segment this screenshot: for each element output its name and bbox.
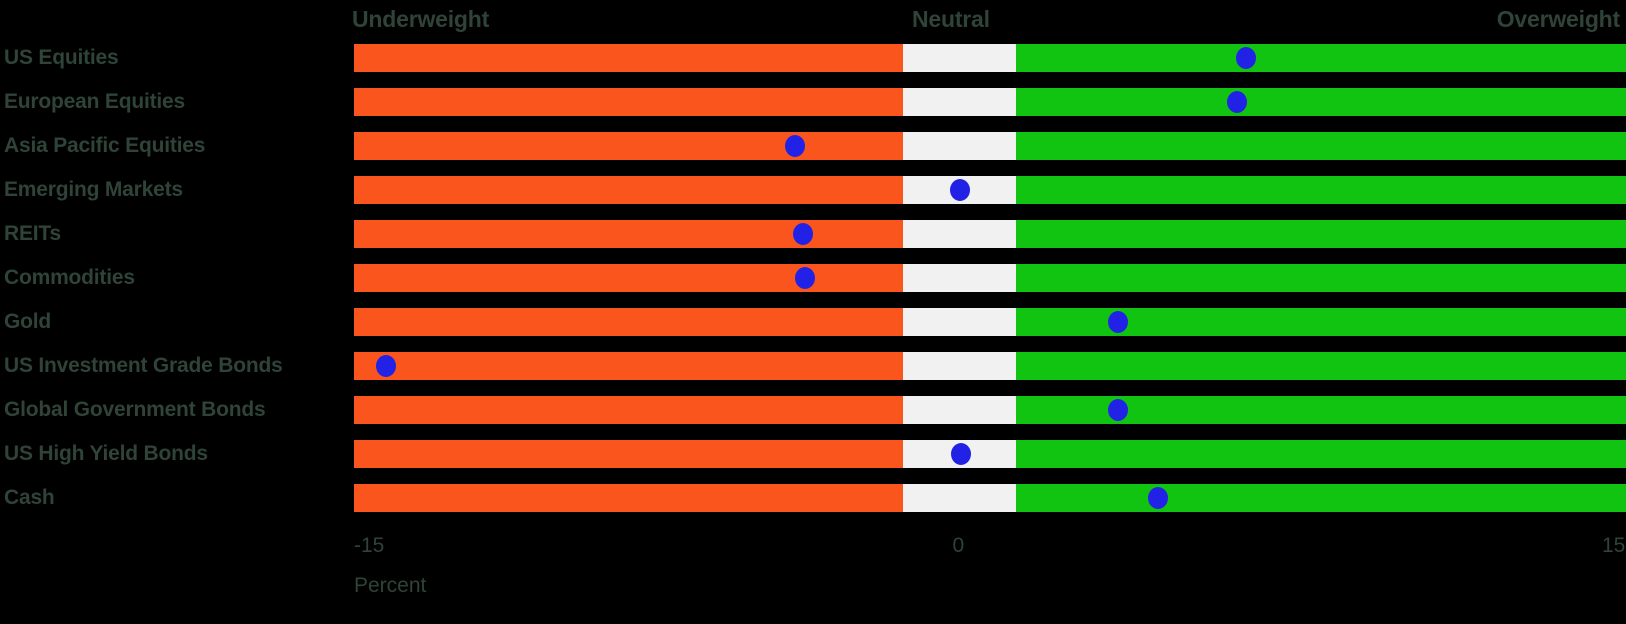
chart-row: Gold <box>0 308 1626 336</box>
chart-row: Cash <box>0 484 1626 512</box>
allocation-marker[interactable] <box>1227 91 1247 113</box>
zone-label-underweight: Underweight <box>352 6 490 32</box>
row-label: European Equities <box>4 90 185 113</box>
row-track <box>354 132 1626 160</box>
axis-tick-right: 15 <box>1602 534 1626 557</box>
row-track <box>354 396 1626 424</box>
row-track <box>354 484 1626 512</box>
allocation-marker[interactable] <box>951 443 971 465</box>
segment-overweight <box>1016 132 1626 160</box>
segment-underweight <box>354 220 903 248</box>
axis-tick-center: 0 <box>952 534 965 557</box>
segment-overweight <box>1016 88 1626 116</box>
allocation-marker[interactable] <box>785 135 805 157</box>
allocation-marker[interactable] <box>1108 399 1128 421</box>
segment-underweight <box>354 352 903 380</box>
segment-overweight <box>1016 176 1626 204</box>
row-track <box>354 352 1626 380</box>
segment-underweight <box>354 396 903 424</box>
row-track <box>354 220 1626 248</box>
axis-tick-left: -15 <box>354 534 385 557</box>
chart-row: US Equities <box>0 44 1626 72</box>
row-label: Gold <box>4 310 52 333</box>
allocation-marker[interactable] <box>1108 311 1128 333</box>
segment-overweight <box>1016 484 1626 512</box>
segment-overweight <box>1016 440 1626 468</box>
allocation-chart: Underweight Neutral Overweight US Equiti… <box>0 0 1626 624</box>
chart-row: Asia Pacific Equities <box>0 132 1626 160</box>
row-label: Emerging Markets <box>4 178 183 201</box>
segment-underweight <box>354 440 903 468</box>
axis-label-x: Percent <box>354 574 427 597</box>
chart-row: US Investment Grade Bonds <box>0 352 1626 380</box>
segment-overweight <box>1016 352 1626 380</box>
chart-row: Global Government Bonds <box>0 396 1626 424</box>
row-label: Global Government Bonds <box>4 398 266 421</box>
segment-neutral <box>903 308 1016 336</box>
zone-label-overweight: Overweight <box>1496 6 1620 32</box>
segment-neutral <box>903 88 1016 116</box>
allocation-marker[interactable] <box>793 223 813 245</box>
zone-label-neutral: Neutral <box>912 6 990 32</box>
segment-underweight <box>354 484 903 512</box>
segment-overweight <box>1016 44 1626 72</box>
segment-overweight <box>1016 264 1626 292</box>
chart-row: REITs <box>0 220 1626 248</box>
chart-row: European Equities <box>0 88 1626 116</box>
chart-row: Emerging Markets <box>0 176 1626 204</box>
allocation-marker[interactable] <box>950 179 970 201</box>
allocation-marker[interactable] <box>376 355 396 377</box>
allocation-marker[interactable] <box>795 267 815 289</box>
chart-row: US High Yield Bonds <box>0 440 1626 468</box>
row-track <box>354 44 1626 72</box>
segment-underweight <box>354 264 903 292</box>
segment-neutral <box>903 44 1016 72</box>
chart-row: Commodities <box>0 264 1626 292</box>
segment-neutral <box>903 132 1016 160</box>
row-label: REITs <box>4 222 61 245</box>
segment-underweight <box>354 132 903 160</box>
segment-underweight <box>354 308 903 336</box>
row-track <box>354 264 1626 292</box>
row-track <box>354 176 1626 204</box>
row-label: US Investment Grade Bonds <box>4 354 283 377</box>
row-label: Cash <box>4 486 55 509</box>
allocation-marker[interactable] <box>1148 487 1168 509</box>
row-label: US High Yield Bonds <box>4 442 208 465</box>
row-track <box>354 88 1626 116</box>
row-track <box>354 440 1626 468</box>
segment-neutral <box>903 264 1016 292</box>
allocation-marker[interactable] <box>1236 47 1256 69</box>
segment-underweight <box>354 44 903 72</box>
row-label: Commodities <box>4 266 135 289</box>
segment-neutral <box>903 220 1016 248</box>
segment-neutral <box>903 396 1016 424</box>
row-label: Asia Pacific Equities <box>4 134 206 157</box>
segment-neutral <box>903 484 1016 512</box>
segment-overweight <box>1016 220 1626 248</box>
row-track <box>354 308 1626 336</box>
segment-underweight <box>354 176 903 204</box>
segment-neutral <box>903 352 1016 380</box>
row-label: US Equities <box>4 46 119 69</box>
segment-underweight <box>354 88 903 116</box>
